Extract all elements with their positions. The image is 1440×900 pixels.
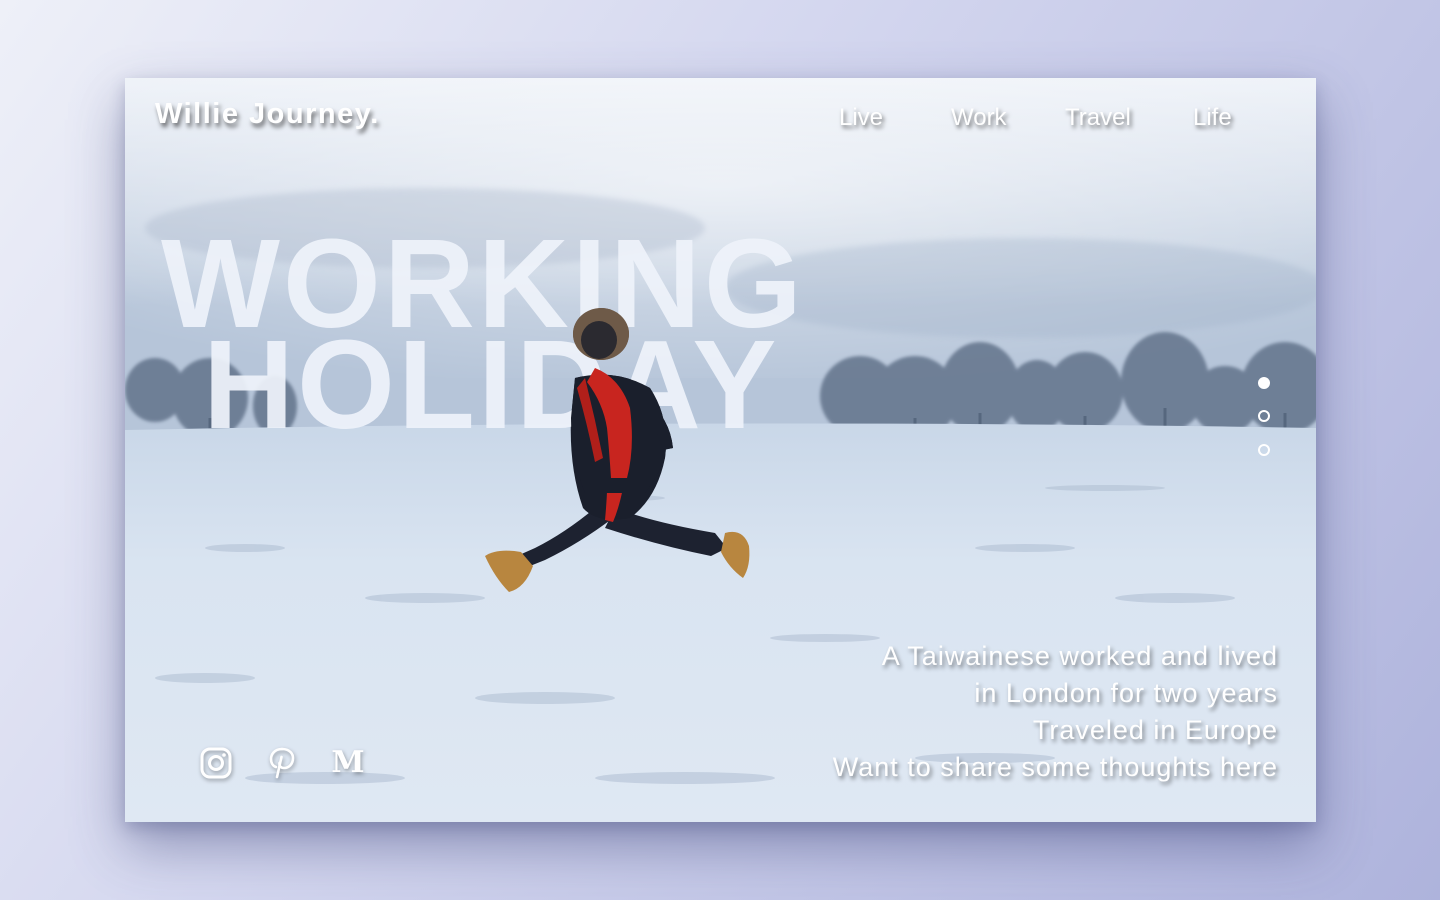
nav-item-work[interactable]: Work: [951, 104, 1007, 132]
medium-icon-glyph: M: [331, 745, 365, 780]
pinterest-icon[interactable]: [265, 746, 299, 780]
instagram-icon[interactable]: [199, 746, 233, 780]
hero-section: Willie Journey. Live Work Travel Life WO…: [125, 78, 1316, 822]
pagination-dot-3[interactable]: [1258, 444, 1270, 456]
tagline-line-3: Traveled in Europe: [1032, 715, 1278, 745]
hero-tagline: A Taiwainese worked and lived in London …: [833, 638, 1278, 786]
pagination-dot-2[interactable]: [1258, 410, 1270, 422]
nav-item-life[interactable]: Life: [1193, 104, 1232, 132]
tagline-line-1: A Taiwainese worked and lived: [881, 641, 1278, 671]
hero-title: WORKING HOLIDAY: [161, 221, 805, 455]
pagination-dot-1-active[interactable]: [1258, 377, 1270, 389]
hero-title-line-2: HOLIDAY: [203, 313, 780, 455]
slide-pagination: [1257, 376, 1273, 466]
tagline-line-4: Want to share some thoughts here: [832, 752, 1278, 782]
tagline-line-2: in London for two years: [974, 678, 1278, 708]
nav-item-live[interactable]: Live: [839, 104, 883, 132]
brand-logo[interactable]: Willie Journey.: [155, 98, 380, 131]
nav-item-travel[interactable]: Travel: [1065, 104, 1131, 132]
medium-icon[interactable]: M: [331, 746, 365, 780]
